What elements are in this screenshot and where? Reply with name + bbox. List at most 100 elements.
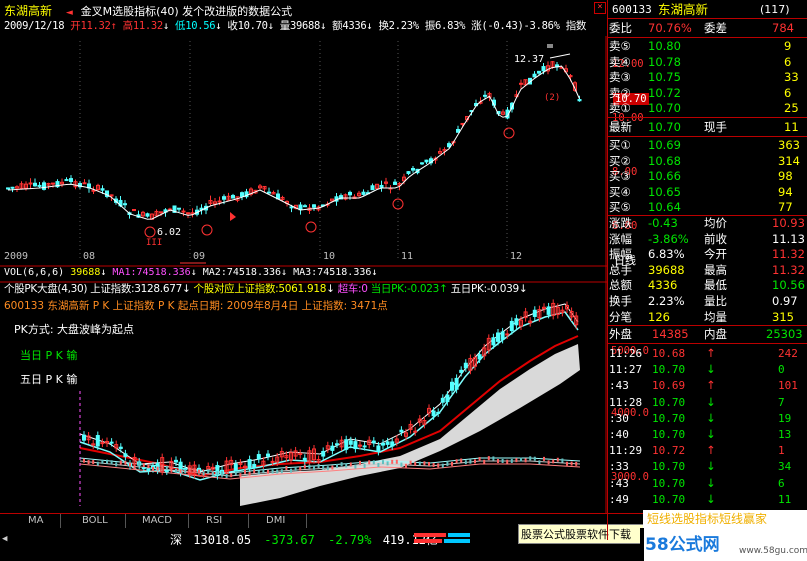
index-candle	[363, 463, 366, 468]
vol-value: 39688	[70, 267, 101, 278]
index-candle	[391, 459, 394, 464]
index-candle	[533, 456, 536, 461]
index-candle	[253, 469, 256, 474]
tab-macd[interactable]: MACD	[142, 515, 172, 526]
tick-row[interactable]: 11:28 10.70 ↓ 7	[608, 395, 807, 410]
stat-row[interactable]: 总额 4336 最低 10.56	[608, 278, 807, 293]
buy-row[interactable]: 买⑤ 10.64 77	[608, 200, 807, 215]
close-icon[interactable]: ×	[594, 2, 606, 14]
stat-row[interactable]: 分笔 126 均量 315	[608, 310, 807, 325]
index-candle	[441, 463, 444, 468]
sell-row[interactable]: 卖② 10.72 6	[608, 86, 807, 101]
tick-price: 10.70	[652, 411, 686, 425]
buy-row[interactable]: 买④ 10.65 94	[608, 185, 807, 200]
buy-volume: 98	[778, 169, 793, 184]
buy-volume: 77	[778, 200, 793, 215]
index-candle	[193, 468, 196, 473]
tab-rsi[interactable]: RSI	[206, 515, 222, 526]
stat-row[interactable]: 涨幅 -3.86% 前收 11.13	[608, 232, 807, 247]
index-candle	[101, 459, 104, 464]
latest-row: 最新 10.70 现手 11	[608, 120, 807, 135]
tick-time: :43	[609, 476, 629, 490]
stat-row[interactable]: 涨跌 -0.43 均价 10.93	[608, 216, 807, 231]
index-candle	[87, 460, 90, 465]
market-bar-graph	[414, 533, 472, 547]
tick-volume: 13	[778, 428, 792, 441]
candle-body	[370, 185, 375, 191]
index-candle	[179, 469, 182, 474]
index-candle	[248, 471, 251, 476]
pk-today: 当日PK:-0.023	[370, 283, 440, 295]
tick-row[interactable]: :43 10.69 ↑ 101	[608, 378, 807, 393]
market-pct: -2.79%	[328, 533, 372, 547]
buy-row[interactable]: 买② 10.68 314	[608, 154, 807, 169]
sell-volume: 6	[784, 54, 792, 69]
market-scroll-icon[interactable]: ◀	[2, 534, 12, 544]
sell-label: 卖②	[609, 85, 631, 100]
index-candle	[386, 461, 389, 466]
index-button[interactable]: 指数	[566, 20, 587, 32]
chart-header: 东湖高新 ◄ 金叉M选股指标(40) 发个改进版的数据公式 2009/12/18…	[4, 4, 587, 32]
weibi-value: 70.76%	[648, 21, 692, 35]
tick-direction: ↑	[706, 443, 716, 458]
candle-body	[411, 168, 415, 171]
tick-row[interactable]: :30 10.70 ↓ 19	[608, 411, 807, 426]
pk-five-result: 五日 P K 输	[20, 373, 78, 386]
sell-row[interactable]: 卖③ 10.75 33	[608, 70, 807, 85]
month-label-10: 10	[323, 251, 336, 262]
stat-value: 10.93	[772, 216, 805, 230]
price-ma-line	[7, 65, 580, 220]
pk-candle-body	[252, 463, 257, 469]
market-index-value: 13018.05	[193, 533, 252, 547]
quote-amplitude: 振6.83%	[424, 20, 466, 32]
stat-row[interactable]: 振幅 6.83% 今开 11.32	[608, 247, 807, 262]
tab-ma[interactable]: MA	[28, 515, 43, 526]
sell-volume: 6	[784, 85, 792, 100]
pk-candle-body	[381, 442, 385, 446]
weicha-label: 委差	[704, 21, 727, 35]
index-candle	[354, 464, 357, 469]
tick-row[interactable]: :43 10.70 ↓ 6	[608, 476, 807, 491]
stock-name[interactable]: 东湖高新	[4, 4, 52, 18]
stat-value: 11.13	[772, 231, 805, 246]
candle-body	[393, 181, 397, 185]
index-candle	[349, 462, 352, 467]
candle-body	[537, 70, 541, 74]
pk-corr-value: 个股对应上证指数:5061.918	[193, 283, 327, 295]
index-candle	[184, 469, 187, 474]
tick-row[interactable]: 11:29 10.72 ↑ 1	[608, 443, 807, 458]
buy-row[interactable]: 买③ 10.66 98	[608, 169, 807, 184]
index-candle	[487, 456, 490, 461]
tick-row[interactable]: 11:26 10.68 ↑ 242	[608, 346, 807, 361]
tick-direction: ↑	[706, 346, 716, 360]
tick-row[interactable]: 11:27 10.70 ↓ 0	[608, 362, 807, 377]
buy-row[interactable]: 买① 10.69 363	[608, 138, 807, 153]
tick-price: 10.70	[652, 476, 686, 490]
stat-row[interactable]: 总手 39688 最高 11.32	[608, 263, 807, 278]
tick-row[interactable]: :40 10.70 ↓ 13	[608, 427, 807, 442]
indicator-title[interactable]: 金叉M选股指标(40) 发个改进版的数据公式	[81, 5, 293, 18]
sell-row[interactable]: 卖⑤ 10.80 9	[608, 39, 807, 54]
sell-row[interactable]: 卖① 10.70 25	[608, 101, 807, 116]
tick-time: :33	[609, 460, 629, 474]
index-candle	[492, 456, 495, 461]
pk-candle-body	[118, 446, 123, 449]
index-candle	[92, 460, 95, 465]
stat-label: 最高	[704, 262, 727, 277]
tick-volume: 101	[778, 379, 798, 393]
stat-row[interactable]: 换手 2.23% 量比 0.97	[608, 294, 807, 309]
tick-volume: 11	[778, 492, 792, 506]
tick-row[interactable]: :33 10.70 ↓ 34	[608, 459, 807, 474]
index-candle	[290, 468, 292, 473]
pk-candle-body	[413, 430, 418, 433]
pk-candle-body	[233, 463, 238, 472]
tick-row[interactable]: :49 10.70 ↓ 11	[608, 492, 807, 507]
index-candle	[377, 462, 380, 467]
tab-dmi[interactable]: DMI	[266, 515, 285, 526]
tab-boll[interactable]: BOLL	[82, 515, 108, 526]
pk-candle-body	[505, 333, 510, 336]
pk-candle-body	[330, 445, 335, 451]
vol-bar: VOL(6,6,6) 39688↓ MA1:74518.336↓ MA2:745…	[4, 267, 378, 278]
sell-row[interactable]: 卖④ 10.78 6	[608, 55, 807, 70]
index-candle	[405, 463, 407, 468]
